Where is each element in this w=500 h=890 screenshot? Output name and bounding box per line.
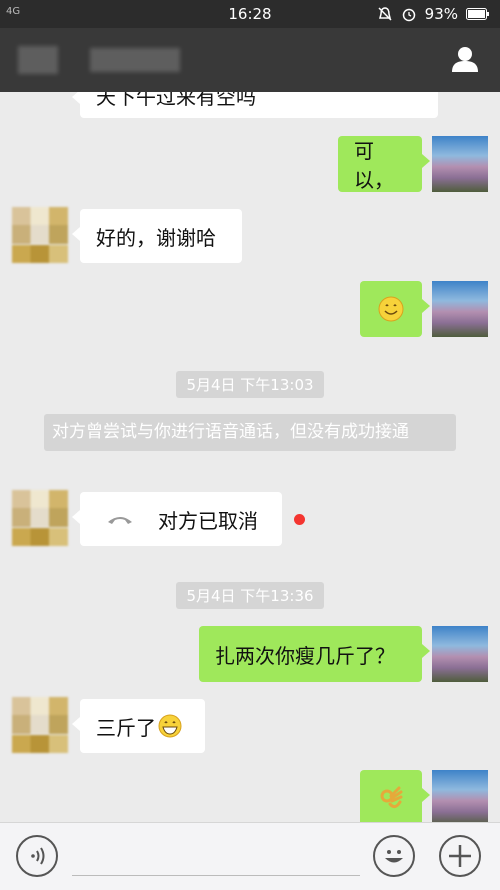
message-bubble-received[interactable]: 好的，谢谢哈 — [72, 209, 242, 263]
grin-emoji-icon — [158, 714, 182, 738]
emoji-button[interactable] — [373, 835, 415, 877]
emoji-face-icon — [385, 850, 403, 863]
message-input[interactable] — [72, 875, 360, 876]
chat-header — [0, 28, 500, 92]
timestamp: 5月4日 下午13:03 — [0, 371, 500, 398]
unread-dot — [294, 514, 305, 525]
message-bubble-sent-emoji[interactable] — [360, 281, 430, 337]
contact-profile-icon[interactable] — [450, 44, 480, 74]
my-avatar[interactable] — [432, 281, 488, 337]
contact-avatar[interactable] — [12, 207, 68, 263]
status-bar: 4G 16:28 93% — [0, 0, 500, 28]
more-options-button[interactable] — [439, 835, 481, 877]
mute-icon — [378, 7, 392, 21]
message-bubble-sent[interactable]: 扎两次你瘦几斤了？ — [199, 626, 430, 682]
my-avatar[interactable] — [432, 770, 488, 822]
plus-icon — [449, 845, 471, 867]
battery-icon — [466, 8, 489, 20]
phone-icon — [108, 517, 132, 524]
input-toolbar — [0, 822, 500, 890]
chat-area[interactable]: 天下午过来有空吗 可以， 好的，谢谢哈 5月4日 下午13:03 对方曾尝试与你… — [0, 92, 500, 822]
system-notice: 对方曾尝试与你进行语音通话，但没有成功接通 — [44, 414, 456, 451]
message-bubble-received[interactable]: 三斤了 — [72, 699, 205, 753]
ok-hand-emoji-icon — [380, 786, 403, 809]
timestamp: 5月4日 下午13:36 — [0, 582, 500, 609]
contact-name-blurred-2 — [90, 48, 180, 72]
smile-emoji-icon — [378, 296, 404, 322]
my-avatar[interactable] — [432, 626, 488, 682]
voice-icon — [31, 847, 45, 865]
alarm-icon — [402, 8, 415, 22]
voice-toggle-button[interactable] — [16, 835, 58, 877]
battery-level: 93% — [424, 5, 458, 23]
contact-avatar[interactable] — [12, 697, 68, 753]
call-record-bubble[interactable]: 对方已取消 — [72, 492, 282, 546]
contact-avatar[interactable] — [12, 490, 68, 546]
my-avatar[interactable] — [432, 136, 488, 192]
contact-name-blurred — [18, 46, 58, 74]
message-bubble-received[interactable]: 天下午过来有空吗 — [72, 92, 438, 118]
message-bubble-sent[interactable]: 可以， — [338, 136, 430, 192]
message-bubble-sent-emoji[interactable] — [360, 770, 430, 822]
